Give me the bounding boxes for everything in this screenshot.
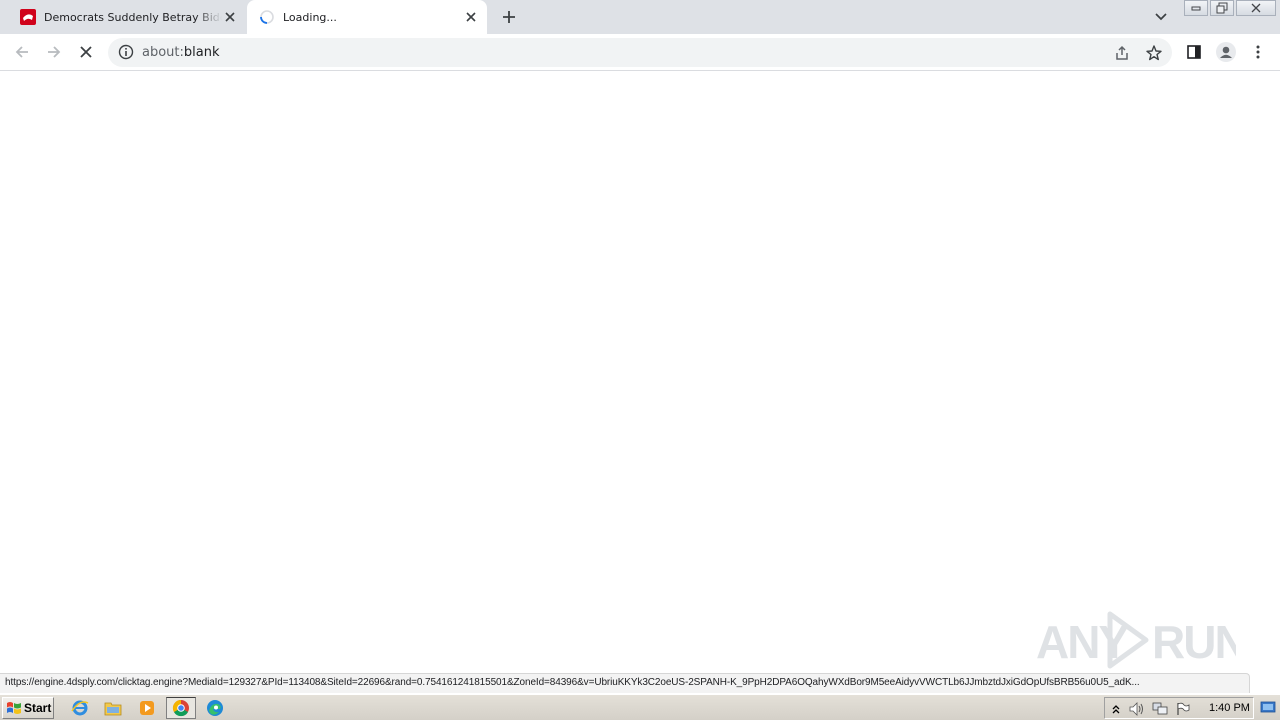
explorer-icon xyxy=(104,702,122,716)
side-panel-icon xyxy=(1187,45,1201,59)
arrow-right-icon xyxy=(48,46,61,58)
chevron-down-icon xyxy=(1155,13,1167,21)
tab-search-button[interactable] xyxy=(1152,8,1170,26)
svg-text:RUN: RUN xyxy=(1152,616,1236,668)
tab-title: Loading... xyxy=(283,10,337,24)
close-icon xyxy=(1251,3,1261,13)
anyrun-watermark: ANY RUN xyxy=(1036,608,1236,672)
plus-icon xyxy=(503,11,515,23)
windows-logo-icon xyxy=(7,702,21,714)
restore-icon xyxy=(1216,2,1228,14)
minimize-icon xyxy=(1191,6,1201,11)
window-controls xyxy=(1184,0,1276,16)
media-player-icon xyxy=(140,701,154,715)
news-favicon-icon xyxy=(20,9,36,25)
anyrun-logo-icon: ANY RUN xyxy=(1036,611,1236,669)
arrow-left-icon xyxy=(15,46,28,58)
menu-button[interactable] xyxy=(1248,42,1268,62)
speaker-icon xyxy=(1129,702,1143,716)
show-desktop-icon[interactable] xyxy=(1260,699,1276,715)
ie-icon xyxy=(71,700,89,716)
start-button[interactable]: Start xyxy=(2,697,54,719)
chevron-up-icon xyxy=(1112,705,1120,714)
action-center-tray-button[interactable] xyxy=(1175,701,1191,717)
explorer-taskbar-button[interactable] xyxy=(102,698,124,718)
close-tab-icon[interactable] xyxy=(463,9,479,25)
browser-toolbar: about:blank xyxy=(0,34,1280,71)
tab-title: Democrats Suddenly Betray Biden over xyxy=(44,10,222,24)
back-button[interactable] xyxy=(10,40,34,64)
close-window-button[interactable] xyxy=(1236,0,1276,16)
close-tab-icon[interactable] xyxy=(222,9,238,25)
start-label: Start xyxy=(24,701,52,715)
chrome-icon xyxy=(172,699,189,717)
address-bar[interactable]: about:blank xyxy=(108,38,1172,67)
media-player-taskbar-button[interactable] xyxy=(136,698,158,718)
new-tab-button[interactable] xyxy=(498,7,520,27)
system-tray: 1:40 PM xyxy=(1104,697,1254,719)
tab-strip: Democrats Suddenly Betray Biden over Loa… xyxy=(0,0,1280,34)
share-icon[interactable] xyxy=(1113,44,1131,62)
tray-overflow-button[interactable] xyxy=(1108,701,1124,717)
ie-taskbar-button[interactable] xyxy=(69,698,91,718)
network-icon xyxy=(1152,702,1168,715)
url-scheme: about: xyxy=(142,45,184,60)
url-text[interactable]: about:blank xyxy=(142,45,220,60)
close-icon xyxy=(80,46,92,58)
side-panel-button[interactable] xyxy=(1184,42,1204,62)
edge-icon xyxy=(207,700,223,716)
tab-democrats[interactable]: Democrats Suddenly Betray Biden over xyxy=(8,0,246,34)
avatar-icon xyxy=(1216,42,1236,62)
taskbar: Start 1:40 PM xyxy=(0,694,1280,720)
loading-spinner-icon xyxy=(260,10,274,24)
profile-button[interactable] xyxy=(1216,42,1236,62)
edge-taskbar-button[interactable] xyxy=(204,698,226,718)
minimize-button[interactable] xyxy=(1184,0,1208,16)
url-path: blank xyxy=(183,45,220,60)
flag-icon xyxy=(1177,702,1190,715)
chrome-taskbar-button[interactable] xyxy=(166,697,196,719)
info-icon[interactable] xyxy=(118,44,134,60)
page-content xyxy=(0,72,1280,673)
restore-button[interactable] xyxy=(1210,0,1234,16)
kebab-menu-icon xyxy=(1256,45,1260,59)
star-icon[interactable] xyxy=(1145,44,1163,62)
forward-button[interactable] xyxy=(42,40,66,64)
volume-tray-button[interactable] xyxy=(1129,701,1145,717)
clock[interactable]: 1:40 PM xyxy=(1209,702,1250,714)
tab-loading[interactable]: Loading... xyxy=(247,0,487,34)
stop-loading-button[interactable] xyxy=(74,40,98,64)
status-url-bubble: https://engine.4dsply.com/clicktag.engin… xyxy=(0,673,1250,693)
network-tray-button[interactable] xyxy=(1152,701,1168,717)
